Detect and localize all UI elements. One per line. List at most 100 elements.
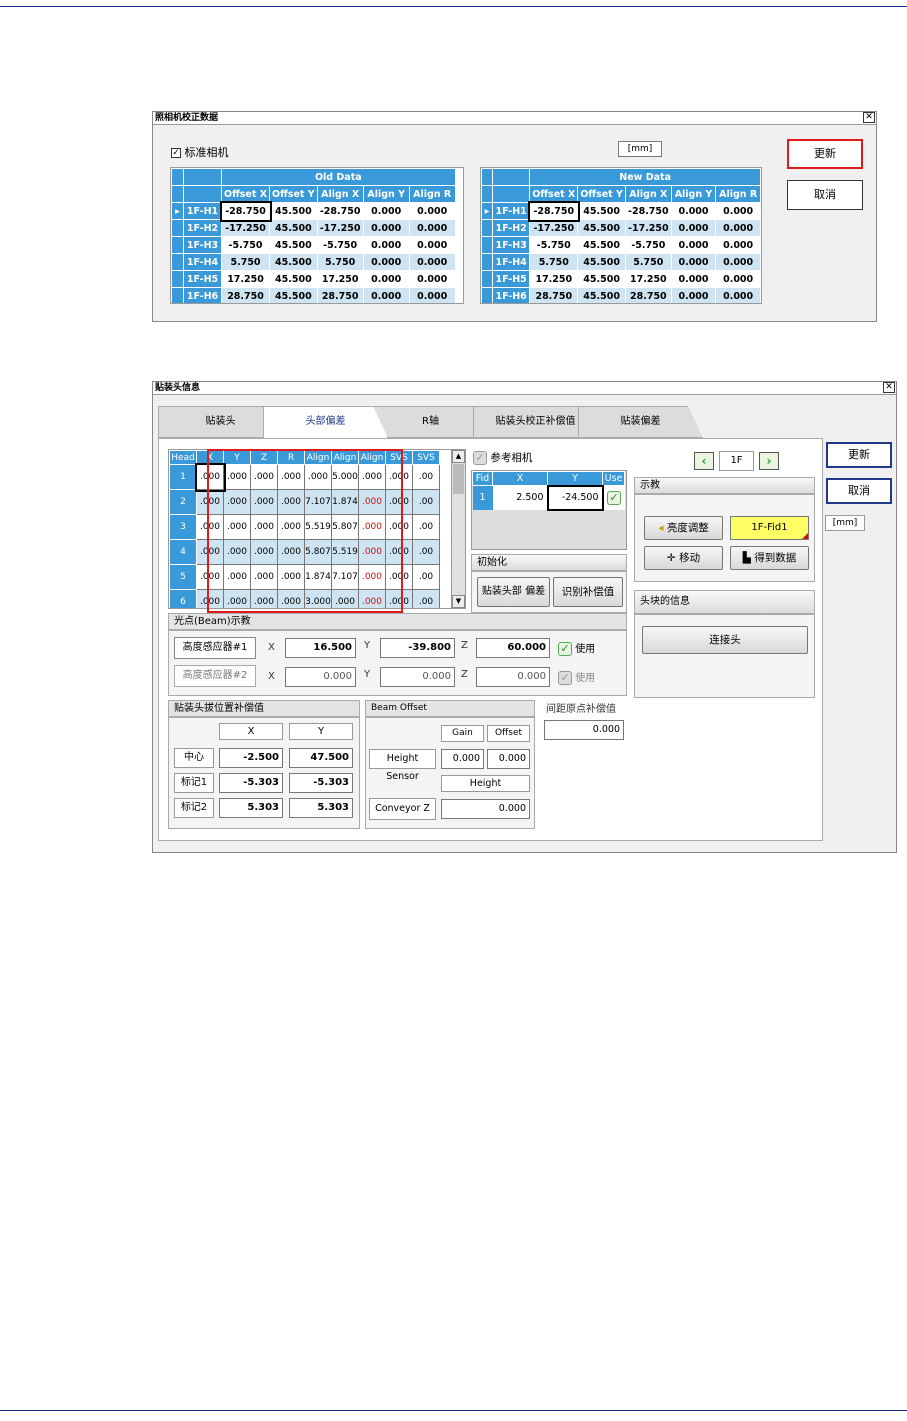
table-row[interactable]: 1F-H2 -17.250 45.500 -17.250 0.000 0.000 bbox=[171, 219, 456, 237]
table-row[interactable]: 1F-H3 -5.750 45.500 -5.750 0.000 0.000 bbox=[481, 236, 761, 254]
table-cell[interactable]: 0.000 bbox=[715, 236, 761, 254]
table-cell[interactable]: 45.500 bbox=[577, 219, 626, 237]
table-cell[interactable]: 5.750 bbox=[529, 253, 579, 271]
sensor1-use-checkbox[interactable]: ✓ 使用 bbox=[558, 640, 595, 656]
table-cell[interactable]: 0.000 bbox=[362, 270, 410, 288]
table-cell[interactable]: 0.000 bbox=[670, 287, 717, 303]
table-row[interactable]: 1F-H5 17.250 45.500 17.250 0.000 0.000 bbox=[171, 270, 456, 288]
table-cell[interactable]: 0.000 bbox=[362, 219, 410, 237]
conveyor-z-field[interactable]: 0.000 bbox=[441, 799, 530, 819]
table-cell[interactable]: 0.000 bbox=[408, 253, 456, 271]
table-cell[interactable]: -17.250 bbox=[529, 219, 579, 237]
table-cell[interactable]: -28.750 bbox=[527, 200, 580, 222]
use-check-icon[interactable]: ✓ bbox=[607, 490, 621, 505]
move-button[interactable]: ✛ 移动 bbox=[644, 546, 723, 570]
table-cell[interactable]: 0.000 bbox=[362, 253, 410, 271]
close-icon[interactable]: ✕ bbox=[863, 112, 875, 123]
table-row[interactable]: 1F-H2 -17.250 45.500 -17.250 0.000 0.000 bbox=[481, 219, 761, 237]
table-cell[interactable]: 45.500 bbox=[269, 253, 318, 271]
recognize-comp-button[interactable]: 识别补偿值 bbox=[553, 577, 623, 607]
fiducial-select[interactable]: 1F-Fid1 bbox=[730, 516, 809, 540]
table-cell[interactable]: 0.000 bbox=[670, 270, 717, 288]
table-row[interactable]: 1F-H6 28.750 45.500 28.750 0.000 0.000 bbox=[481, 287, 761, 303]
brightness-button[interactable]: ◂ 亮度调整 bbox=[644, 516, 723, 540]
sensor2-use-checkbox[interactable]: ✓ 使用 bbox=[558, 669, 595, 685]
comp-center-x[interactable]: -2.500 bbox=[219, 748, 283, 768]
tab-placement-offset[interactable]: 贴装偏差 bbox=[578, 406, 703, 438]
comp-mark2-y[interactable]: 5.303 bbox=[289, 798, 353, 818]
table-cell[interactable]: 5.750 bbox=[316, 253, 364, 271]
table-cell[interactable]: .00 bbox=[412, 489, 440, 515]
table-cell[interactable]: 28.750 bbox=[316, 287, 364, 303]
scroll-thumb[interactable] bbox=[453, 464, 464, 494]
table-cell[interactable]: 28.750 bbox=[624, 287, 672, 303]
table-cell[interactable]: 28.750 bbox=[220, 287, 271, 303]
table-cell[interactable]: -5.750 bbox=[316, 236, 364, 254]
table-cell[interactable]: 0.000 bbox=[362, 202, 410, 220]
cancel-button[interactable]: 取消 bbox=[787, 180, 863, 210]
table-cell[interactable]: .00 bbox=[412, 589, 440, 608]
get-data-button[interactable]: ▙ 得到数据 bbox=[730, 546, 809, 570]
table-cell[interactable]: 0.000 bbox=[715, 287, 761, 303]
table-cell[interactable]: 45.500 bbox=[577, 270, 626, 288]
comp-mark1-x[interactable]: -5.303 bbox=[219, 773, 283, 793]
table-cell[interactable]: .00 bbox=[412, 539, 440, 565]
table-cell[interactable]: 0.000 bbox=[408, 202, 456, 220]
comp-mark2-x[interactable]: 5.303 bbox=[219, 798, 283, 818]
scroll-up-icon[interactable]: ▲ bbox=[452, 450, 465, 463]
table-cell[interactable]: 45.500 bbox=[577, 287, 626, 303]
table-cell[interactable]: -28.750 bbox=[316, 202, 364, 220]
table-cell[interactable]: 45.500 bbox=[269, 219, 318, 237]
table-cell[interactable]: .00 bbox=[412, 514, 440, 540]
comp-mark1-y[interactable]: -5.303 bbox=[289, 773, 353, 793]
table-cell[interactable]: 45.500 bbox=[269, 270, 318, 288]
sensor2-x-field[interactable]: 0.000 bbox=[285, 667, 356, 687]
table-cell[interactable]: 17.250 bbox=[529, 270, 579, 288]
table-cell[interactable]: 5.750 bbox=[624, 253, 672, 271]
table-cell[interactable]: 0.000 bbox=[715, 202, 761, 220]
fid-x-cell[interactable]: 2.500 bbox=[492, 485, 548, 510]
table-cell[interactable]: 0.000 bbox=[670, 253, 717, 271]
table-cell[interactable]: -5.750 bbox=[220, 236, 271, 254]
sensor1-y-field[interactable]: -39.800 bbox=[380, 638, 455, 658]
table-cell[interactable]: 0.000 bbox=[670, 219, 717, 237]
offset-field[interactable]: 0.000 bbox=[487, 749, 530, 769]
table-cell[interactable]: 0.000 bbox=[715, 270, 761, 288]
update-button[interactable]: 更新 bbox=[826, 442, 892, 468]
check-icon[interactable]: ✓ bbox=[558, 671, 572, 685]
sensor2-y-field[interactable]: 0.000 bbox=[380, 667, 455, 687]
table-cell[interactable]: 17.250 bbox=[624, 270, 672, 288]
check-icon[interactable]: ✓ bbox=[558, 642, 572, 656]
table-cell[interactable]: 0.000 bbox=[408, 236, 456, 254]
table-row[interactable]: 1F-H5 17.250 45.500 17.250 0.000 0.000 bbox=[481, 270, 761, 288]
reference-camera-checkbox[interactable]: ✓ 参考相机 bbox=[473, 450, 532, 465]
table-row[interactable]: 1F-H4 5.750 45.500 5.750 0.000 0.000 bbox=[171, 253, 456, 271]
origin-comp-field[interactable]: 0.000 bbox=[544, 720, 624, 740]
table-cell[interactable]: -17.250 bbox=[316, 219, 364, 237]
table-cell[interactable]: -28.750 bbox=[624, 202, 672, 220]
update-button[interactable]: 更新 bbox=[787, 139, 863, 169]
table-cell[interactable]: 5.750 bbox=[220, 253, 271, 271]
table-cell[interactable]: .00 bbox=[412, 564, 440, 590]
table-cell[interactable]: 45.500 bbox=[577, 236, 626, 254]
table-cell[interactable]: 0.000 bbox=[408, 270, 456, 288]
close-icon[interactable]: ✕ bbox=[883, 382, 895, 393]
table-scrollbar[interactable]: ▲ ▼ bbox=[451, 450, 465, 608]
gain-field[interactable]: 0.000 bbox=[441, 749, 484, 769]
checkbox-icon[interactable]: ✓ bbox=[171, 148, 181, 158]
table-row[interactable]: 1F-H4 5.750 45.500 5.750 0.000 0.000 bbox=[481, 253, 761, 271]
table-row[interactable]: ▸ 1F-H1 -28.750 45.500 -28.750 0.000 0.000 bbox=[171, 200, 456, 222]
cancel-button[interactable]: 取消 bbox=[826, 478, 892, 504]
sensor1-x-field[interactable]: 16.500 bbox=[285, 638, 356, 658]
check-icon[interactable]: ✓ bbox=[473, 451, 487, 465]
sensor1-z-field[interactable]: 60.000 bbox=[476, 638, 550, 658]
init-head-offset-button[interactable]: 贴装头部 偏差 bbox=[477, 577, 550, 607]
table-cell[interactable]: 0.000 bbox=[715, 253, 761, 271]
tab-head-offset[interactable]: 头部偏差 bbox=[263, 406, 388, 438]
table-cell[interactable]: -17.250 bbox=[624, 219, 672, 237]
table-cell[interactable]: 45.500 bbox=[577, 202, 626, 220]
table-row[interactable]: 1F-H3 -5.750 45.500 -5.750 0.000 0.000 bbox=[171, 236, 456, 254]
table-cell[interactable]: -5.750 bbox=[624, 236, 672, 254]
fid-y-cell[interactable]: -24.500 bbox=[546, 484, 604, 511]
table-cell[interactable]: 0.000 bbox=[715, 219, 761, 237]
